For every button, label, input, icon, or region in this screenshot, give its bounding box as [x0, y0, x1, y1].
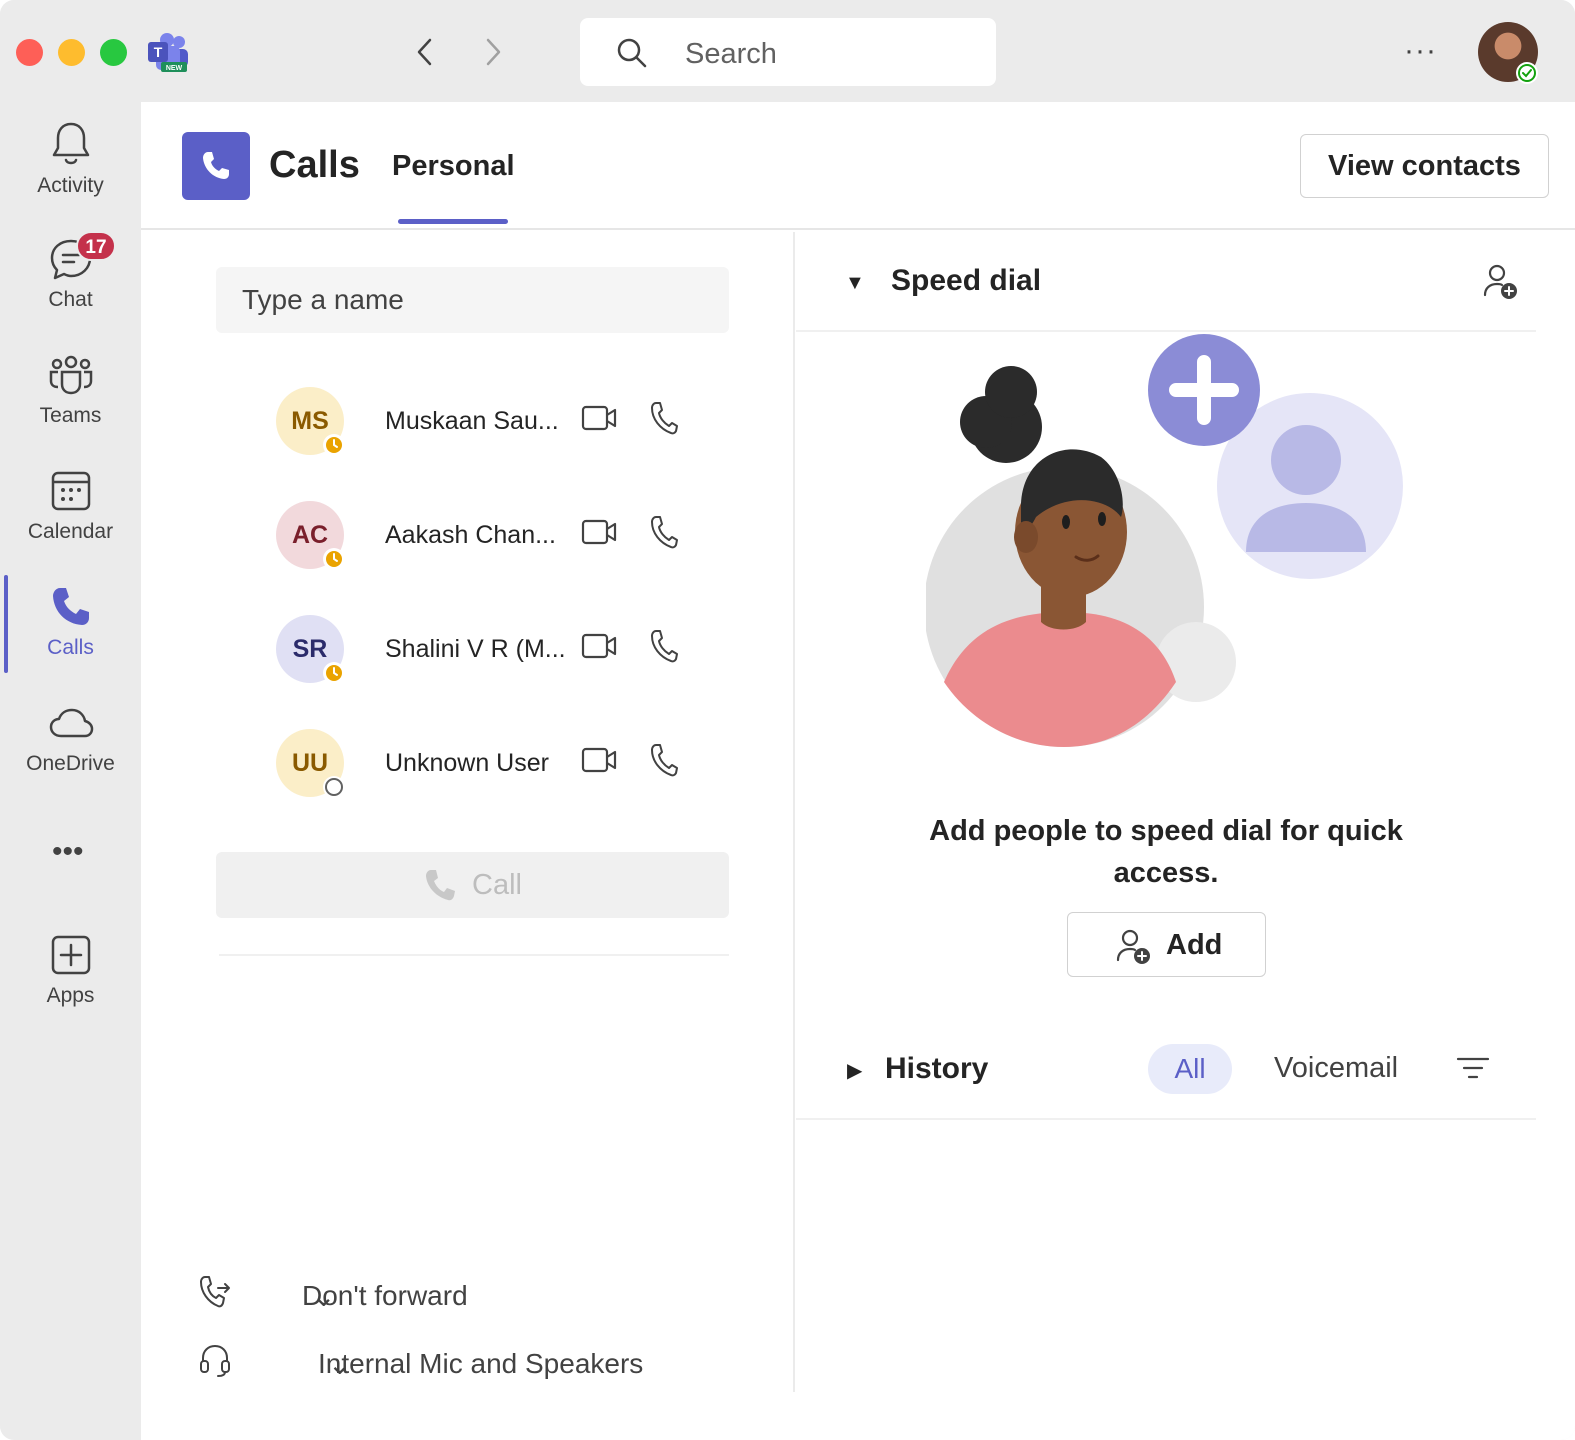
- chat-unread-badge: 17: [76, 231, 116, 261]
- rail-item-activity[interactable]: Activity: [0, 120, 141, 220]
- tab-active-underline: [398, 219, 508, 224]
- close-window-button[interactable]: [16, 39, 43, 66]
- divider: [219, 954, 729, 956]
- rail-label-activity: Activity: [37, 174, 104, 197]
- rail-item-calls[interactable]: Calls: [0, 584, 141, 684]
- speed-dial-empty-message: Add people to speed dial for quick acces…: [929, 815, 1403, 889]
- phone-icon: [426, 870, 455, 901]
- speed-dial-title: Speed dial: [891, 264, 1042, 297]
- expand-caret-icon[interactable]: ▶: [847, 1058, 862, 1083]
- contact-name: Unknown User: [385, 749, 549, 777]
- chevron-down-icon: ⌄: [312, 1281, 336, 1312]
- audio-call-icon[interactable]: [649, 515, 679, 549]
- rail-item-chat[interactable]: Chat: [0, 236, 141, 336]
- history-title: History: [885, 1052, 989, 1085]
- add-button-label: Add: [1166, 929, 1223, 961]
- offline-status-icon: [323, 776, 345, 798]
- calls-header: Calls Personal View contacts: [141, 102, 1575, 230]
- contact-row[interactable]: MS Muskaan Sau...: [276, 387, 696, 457]
- name-search-input[interactable]: Type a name: [216, 267, 729, 333]
- collapse-caret-icon[interactable]: ▼: [845, 272, 865, 295]
- panel-divider: [793, 232, 795, 1392]
- svg-text:T: T: [154, 44, 163, 60]
- filter-voicemail-tab[interactable]: Voicemail: [1274, 1052, 1398, 1085]
- video-call-icon[interactable]: [581, 404, 617, 432]
- chevron-down-icon: ⌄: [328, 1349, 352, 1380]
- rail-item-onedrive[interactable]: OneDrive: [0, 700, 141, 800]
- rail-label-chat: Chat: [48, 288, 93, 311]
- audio-call-icon[interactable]: [649, 629, 679, 663]
- add-app-icon: [51, 935, 90, 975]
- minimize-window-button[interactable]: [58, 39, 85, 66]
- call-forward-icon: [200, 1276, 230, 1308]
- dialer-panel: Type a name MS Muskaan Sau... AC Aakash …: [141, 232, 794, 1392]
- more-options-button[interactable]: ···: [1404, 34, 1437, 68]
- rail-label-onedrive: OneDrive: [26, 752, 115, 775]
- call-button-label: Call: [472, 869, 522, 901]
- device-value: Internal Mic and Speakers: [318, 1348, 644, 1379]
- app-rail: Activity Chat Teams Calendar Calls OneDr…: [0, 102, 141, 1440]
- audio-call-icon[interactable]: [649, 401, 679, 435]
- cloud-icon: [49, 708, 93, 738]
- add-person-icon[interactable]: [1481, 262, 1521, 302]
- video-call-icon[interactable]: [581, 746, 617, 774]
- phone-icon: [52, 588, 89, 625]
- rail-label-teams: Teams: [39, 404, 102, 427]
- tab-personal[interactable]: Personal: [392, 150, 515, 183]
- contact-row[interactable]: UU Unknown User: [276, 729, 696, 799]
- main-content: Calls Personal View contacts Type a name…: [141, 102, 1575, 1440]
- page-title: Calls: [269, 144, 360, 186]
- add-speed-dial-button[interactable]: Add: [1067, 912, 1266, 977]
- available-presence-icon: [1516, 62, 1538, 84]
- contact-name: Muskaan Sau...: [385, 407, 559, 435]
- rail-label-calendar: Calendar: [27, 520, 114, 543]
- away-status-icon: [323, 548, 345, 570]
- calls-app-tile: [182, 132, 250, 200]
- video-call-icon[interactable]: [581, 518, 617, 546]
- more-apps-button[interactable]: •••: [52, 835, 84, 869]
- add-person-icon: [1116, 929, 1150, 964]
- filter-all-pill[interactable]: All: [1148, 1044, 1232, 1094]
- divider: [796, 1118, 1536, 1120]
- away-status-icon: [323, 662, 345, 684]
- filter-icon[interactable]: [1456, 1055, 1490, 1083]
- bell-icon: [52, 122, 89, 165]
- audio-call-icon[interactable]: [649, 743, 679, 777]
- call-button[interactable]: Call: [216, 852, 729, 918]
- search-placeholder: Search: [685, 38, 777, 70]
- view-contacts-button[interactable]: View contacts: [1300, 134, 1549, 198]
- contact-row[interactable]: SR Shalini V R (M...: [276, 615, 696, 685]
- forward-arrow-icon[interactable]: [474, 34, 510, 70]
- teams-logo-icon: T NEW: [148, 33, 188, 72]
- phone-icon: [203, 152, 229, 179]
- video-call-icon[interactable]: [581, 632, 617, 660]
- headset-icon: [200, 1344, 230, 1377]
- teams-icon: [49, 355, 92, 395]
- rail-label-calls: Calls: [47, 636, 94, 659]
- rail-item-apps[interactable]: Apps: [0, 932, 141, 1032]
- maximize-window-button[interactable]: [100, 39, 127, 66]
- speed-dial-illustration: [926, 334, 1403, 747]
- title-bar: T NEW Search ···: [0, 0, 1575, 102]
- contact-name: Shalini V R (M...: [385, 635, 566, 663]
- calendar-icon: [51, 471, 90, 511]
- contact-name: Aakash Chan...: [385, 521, 556, 549]
- rail-label-apps: Apps: [46, 984, 95, 1007]
- teams-window: T NEW Search ··· Activity Chat Teams Cal…: [0, 0, 1575, 1440]
- away-status-icon: [323, 434, 345, 456]
- speed-dial-panel: ▼ Speed dial Add people to speed dial fo…: [796, 232, 1536, 1392]
- svg-text:NEW: NEW: [166, 65, 183, 72]
- contact-row[interactable]: AC Aakash Chan...: [276, 501, 696, 571]
- rail-item-calendar[interactable]: Calendar: [0, 468, 141, 568]
- search-icon: [617, 38, 647, 68]
- back-arrow-icon[interactable]: [408, 34, 444, 70]
- rail-item-teams[interactable]: Teams: [0, 352, 141, 452]
- search-box[interactable]: Search: [580, 18, 996, 86]
